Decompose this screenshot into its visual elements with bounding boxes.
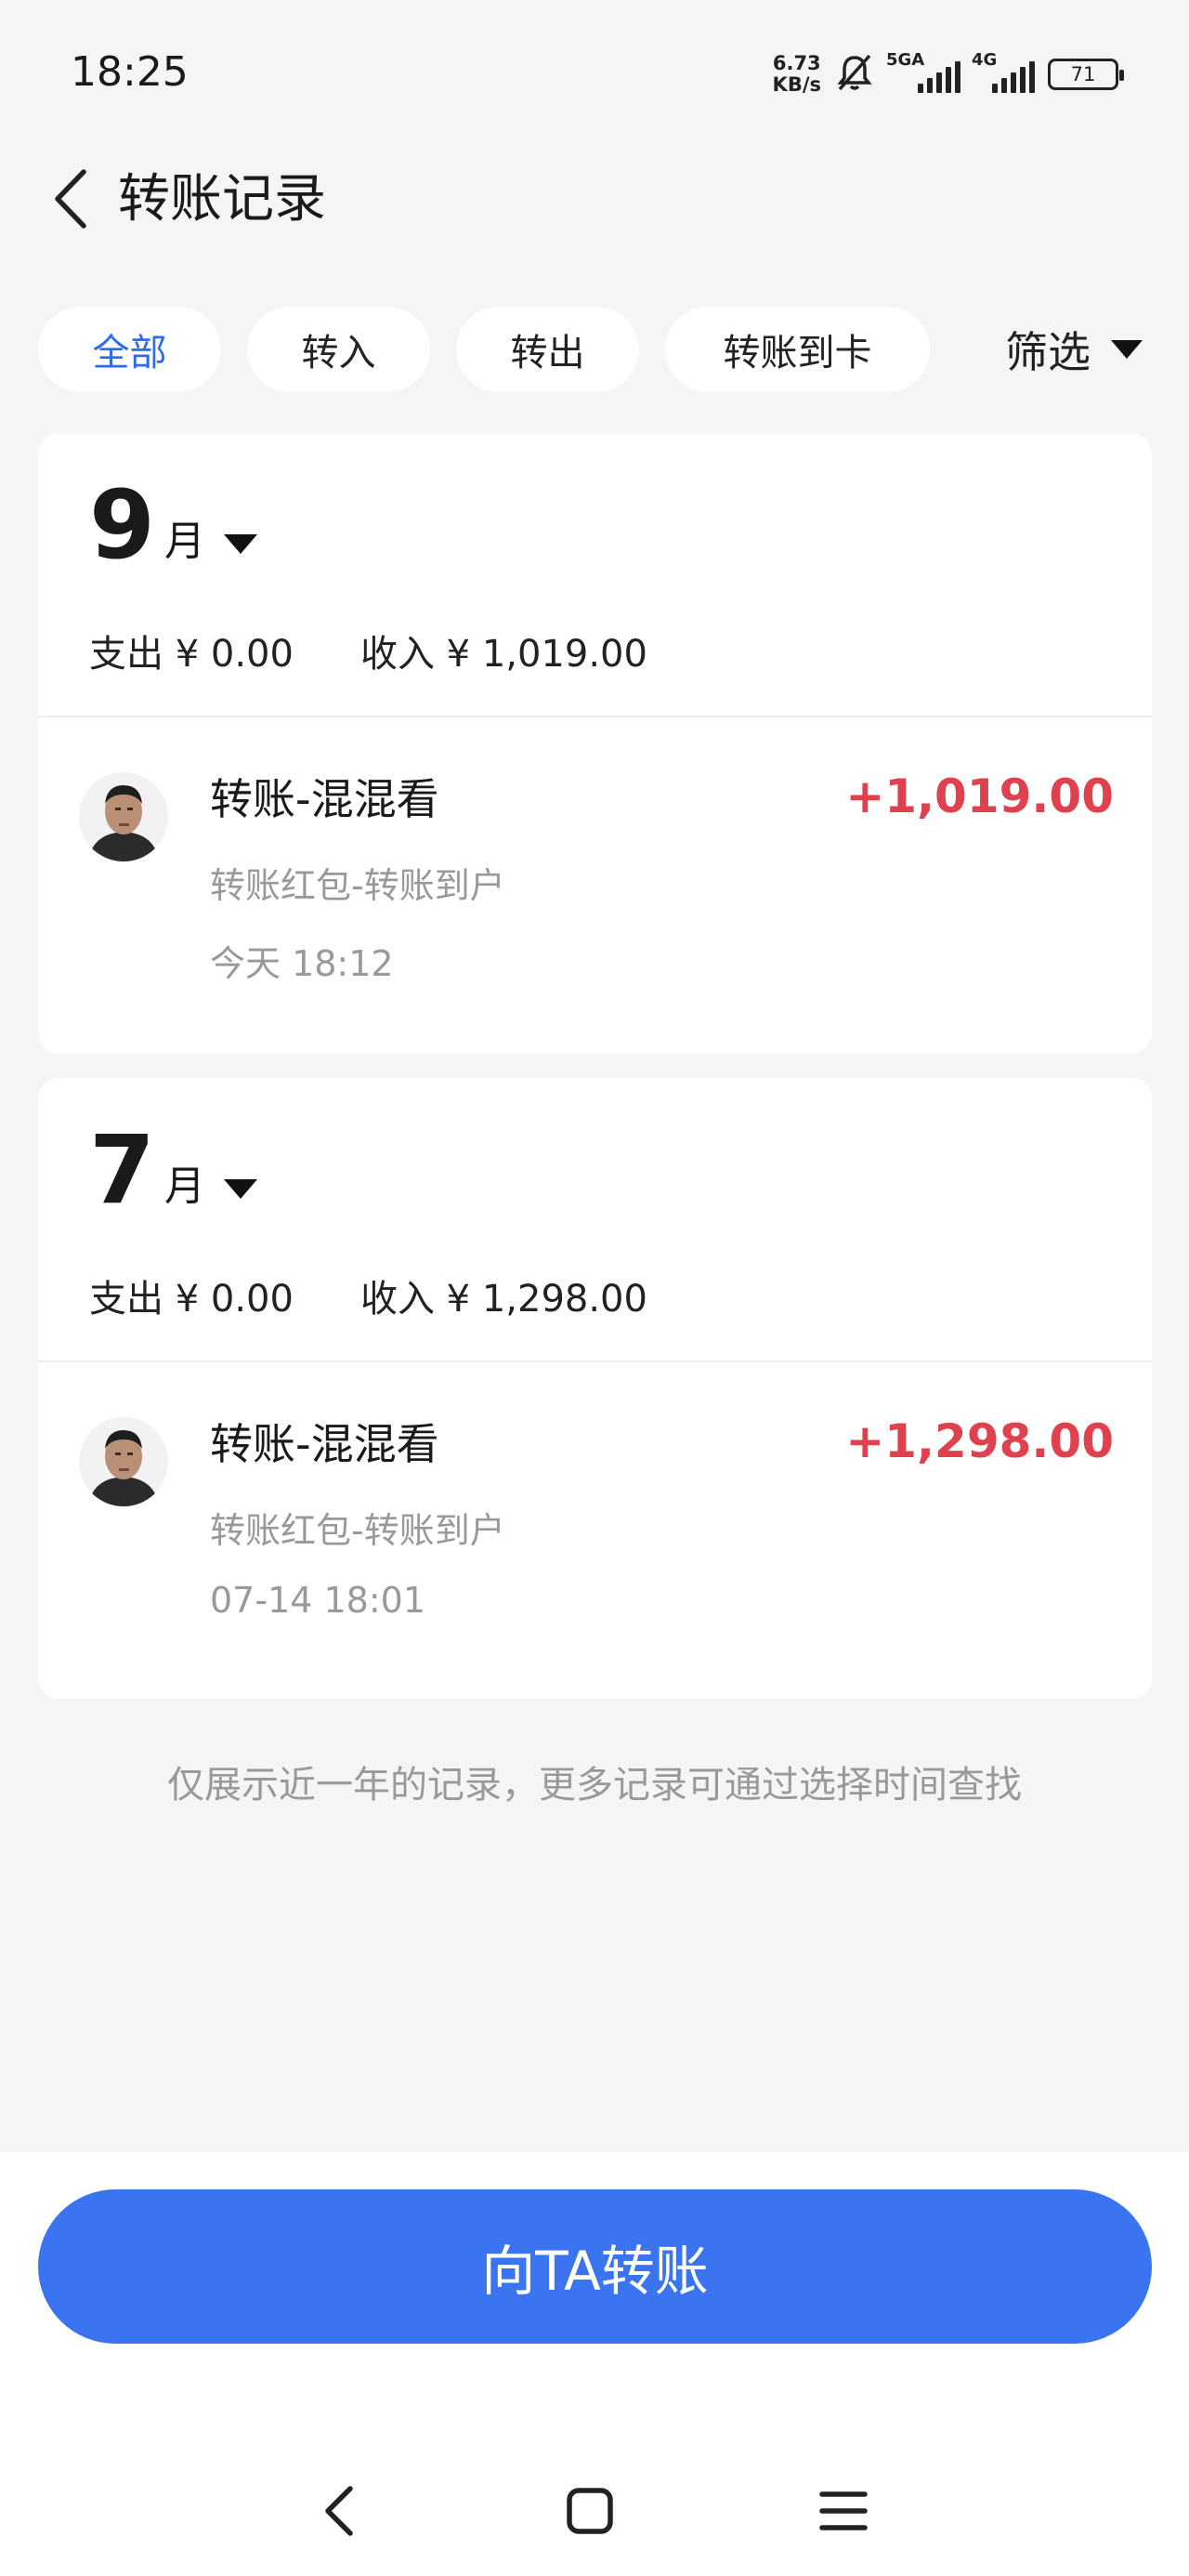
screen: 18:25 6.73 KB/s 5GA 4G 71 转账记录 全部 转入 转出 …	[0, 0, 1189, 2576]
filter-label: 筛选	[1005, 327, 1091, 377]
month-number: 7	[89, 1115, 155, 1226]
bell-muted-icon	[834, 52, 875, 97]
chevron-left-icon	[55, 169, 86, 229]
expense-total: 支出 ¥ 0.00	[89, 1278, 294, 1321]
tab-outgoing[interactable]: 转出	[456, 307, 639, 392]
tab-incoming[interactable]: 转入	[247, 307, 430, 392]
month-selector[interactable]: 9 月	[89, 470, 257, 581]
system-nav-bar	[0, 2446, 1189, 2576]
transaction-subtitle: 转账红包-转账到户	[210, 1510, 505, 1551]
status-bar: 18:25 6.73 KB/s 5GA 4G 71	[0, 0, 1189, 149]
header: 转账记录	[0, 149, 1189, 242]
battery-level: 71	[1070, 63, 1096, 85]
status-time: 18:25	[71, 48, 189, 96]
transaction-time: 今天 18:12	[210, 943, 394, 984]
sim2-label: 4G	[972, 50, 998, 70]
nav-home-button[interactable]	[543, 2464, 636, 2557]
tab-to-card[interactable]: 转账到卡	[665, 307, 930, 392]
page-title: 转账记录	[118, 169, 326, 230]
filter-tabs: 全部 转入 转出 转账到卡 筛选	[0, 307, 1189, 392]
income-total: 收入 ¥ 1,019.00	[359, 633, 647, 676]
menu-nav-icon	[819, 2491, 868, 2530]
filter-button[interactable]: 筛选	[955, 307, 1189, 392]
month-selector[interactable]: 7 月	[89, 1115, 257, 1226]
month-unit: 月	[163, 518, 205, 565]
transaction-amount: +1,298.00	[845, 1414, 1114, 1468]
battery-icon: 71	[1048, 59, 1124, 90]
back-button[interactable]	[33, 162, 108, 236]
home-nav-icon	[567, 2488, 613, 2534]
nav-back-button[interactable]	[293, 2464, 385, 2557]
month-summary: 支出 ¥ 0.00 收入 ¥ 1,019.00	[89, 624, 647, 677]
transaction-time: 07-14 18:01	[210, 1580, 426, 1621]
avatar	[79, 1417, 168, 1506]
net-speed-unit: KB/s	[772, 73, 821, 96]
signal-icon-sim2: 4G	[972, 50, 1035, 93]
back-nav-icon	[325, 2486, 353, 2536]
status-icons: 6.73 KB/s 5GA 4G 71	[773, 48, 1124, 100]
month-summary: 支出 ¥ 0.00 收入 ¥ 1,298.00	[89, 1268, 647, 1322]
transaction-amount: +1,019.00	[845, 769, 1114, 823]
caret-down-icon	[223, 534, 257, 554]
month-card-september: 9 月 支出 ¥ 0.00 收入 ¥ 1,019.00 转账-混混看 转账红包-…	[38, 433, 1152, 1054]
bottom-bar: 向TA转账	[0, 2152, 1189, 2576]
transaction-title: 转账-混混看	[210, 1419, 439, 1469]
expense-total: 支出 ¥ 0.00	[89, 633, 294, 676]
sim1-label: 5GA	[886, 50, 925, 70]
month-unit: 月	[163, 1163, 205, 1210]
avatar	[79, 772, 168, 861]
caret-down-icon	[1111, 340, 1143, 359]
history-notice: 仅展示近一年的记录，更多记录可通过选择时间查找	[167, 1764, 1022, 1807]
signal-icon-sim1: 5GA	[886, 50, 960, 93]
month-number: 9	[89, 470, 155, 581]
transaction-row[interactable]: 转账-混混看 转账红包-转账到户 今天 18:12 +1,019.00	[38, 717, 1152, 1033]
net-speed-value: 6.73	[772, 52, 821, 74]
caret-down-icon	[223, 1179, 257, 1199]
income-total: 收入 ¥ 1,298.00	[359, 1278, 647, 1321]
nav-menu-button[interactable]	[797, 2464, 890, 2557]
transaction-subtitle: 转账红包-转账到户	[210, 865, 505, 906]
month-card-july: 7 月 支出 ¥ 0.00 收入 ¥ 1,298.00 转账-混混看 转账红包-…	[38, 1078, 1152, 1699]
transfer-to-ta-button[interactable]: 向TA转账	[38, 2189, 1152, 2344]
transaction-title: 转账-混混看	[210, 774, 439, 824]
transaction-row[interactable]: 转账-混混看 转账红包-转账到户 07-14 18:01 +1,298.00	[38, 1362, 1152, 1678]
tab-all[interactable]: 全部	[38, 307, 221, 392]
net-speed: 6.73 KB/s	[773, 53, 821, 96]
